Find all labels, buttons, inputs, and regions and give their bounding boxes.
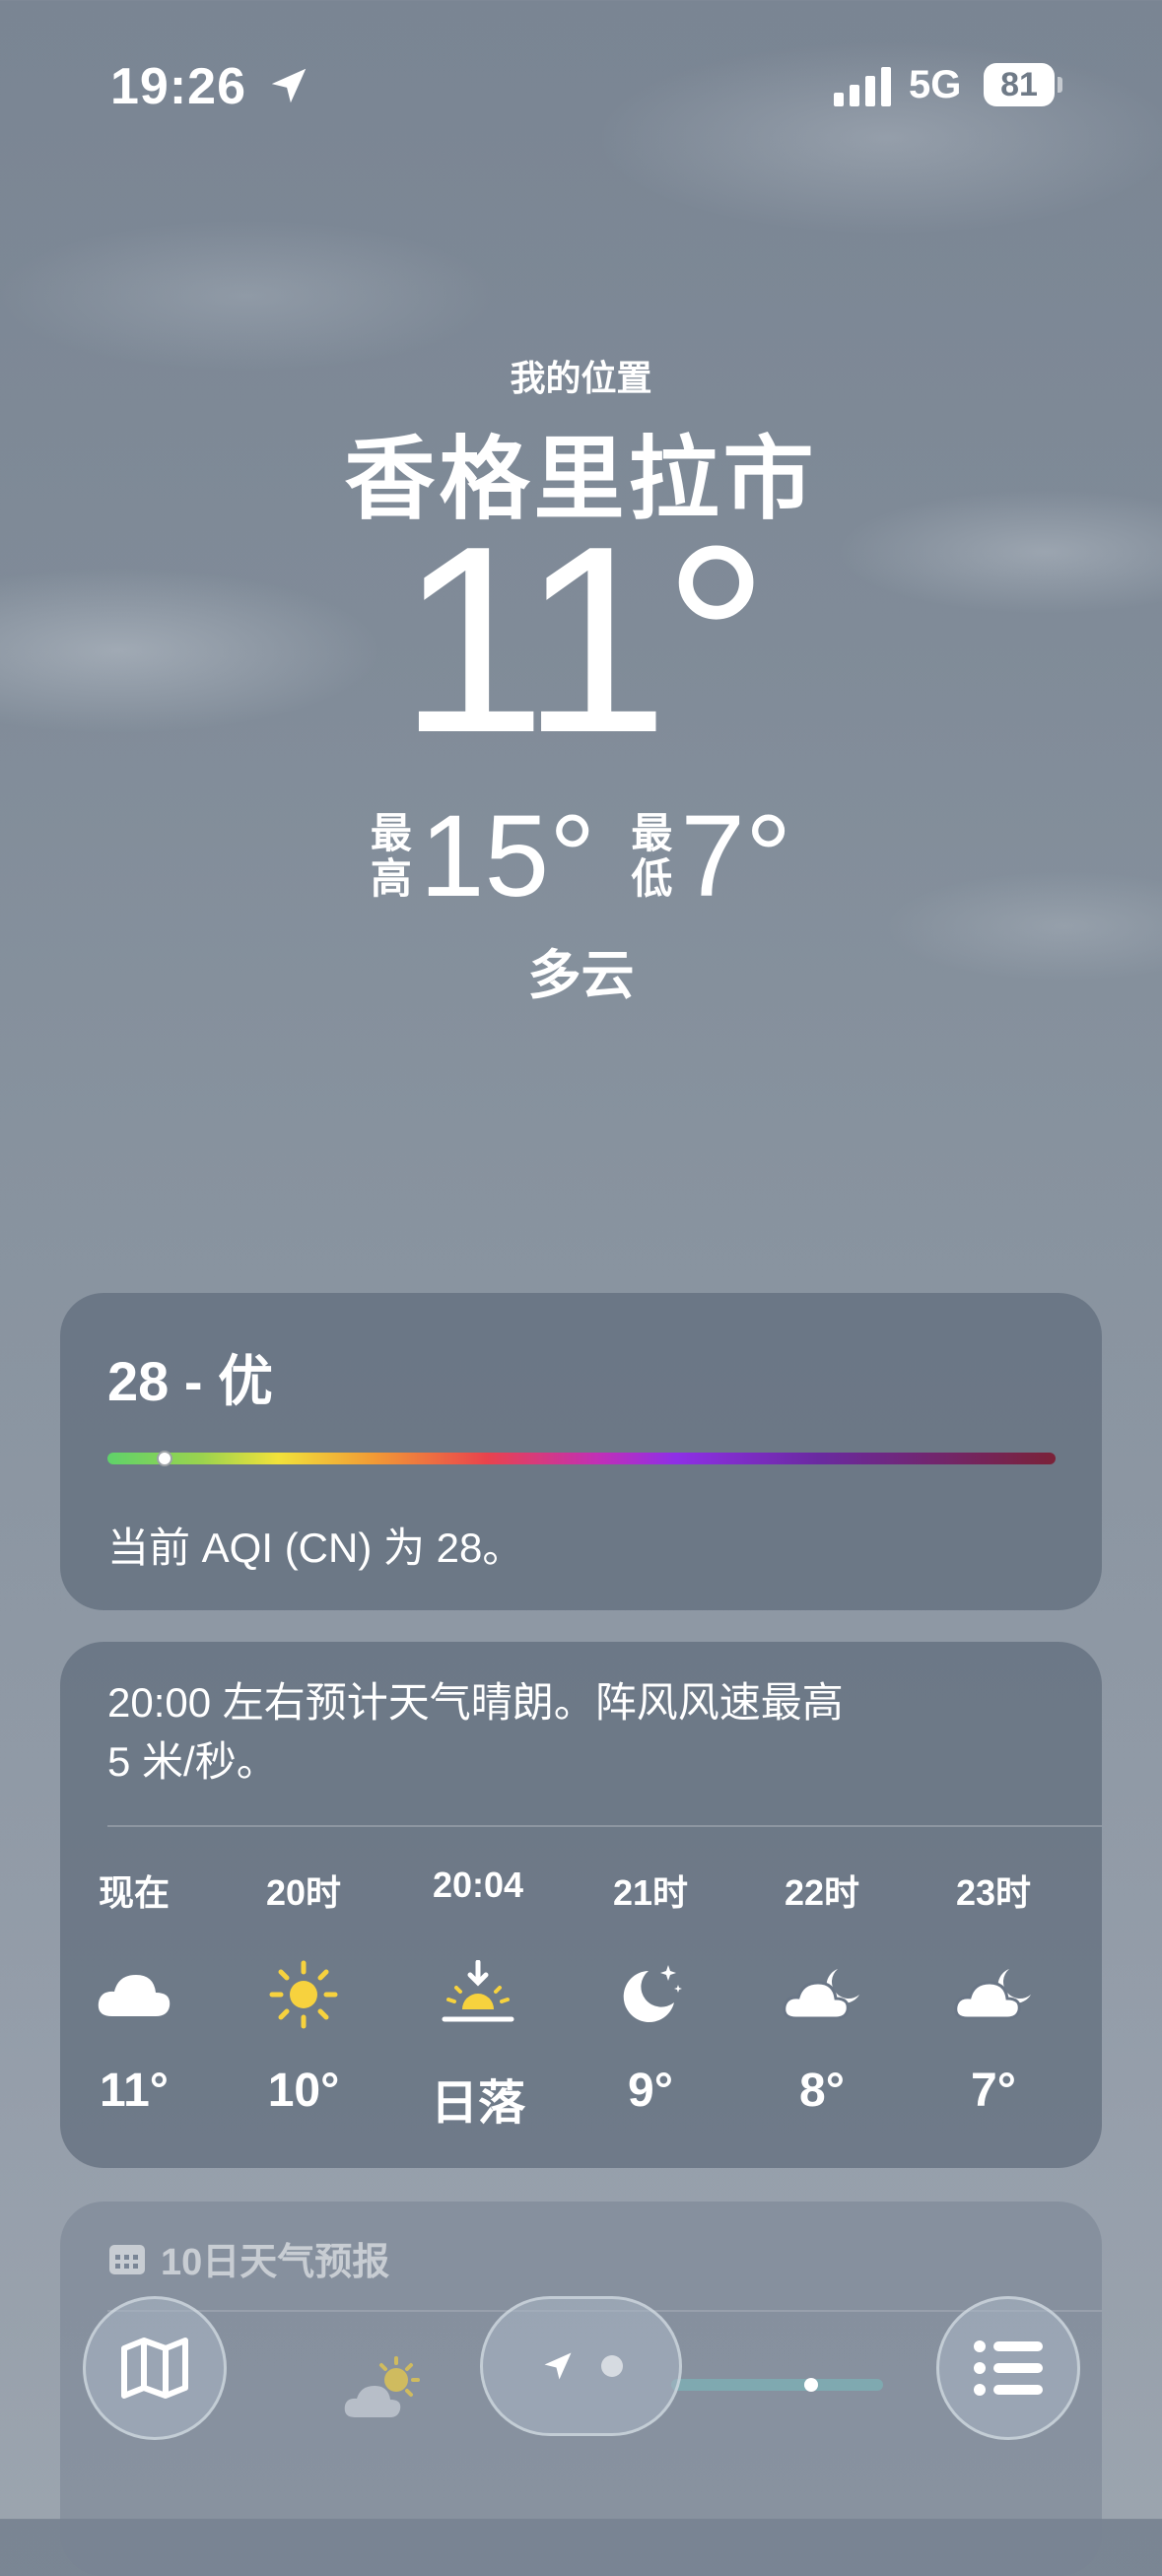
- weather-condition: 多云: [527, 946, 635, 1005]
- sun-icon: [230, 1945, 377, 2044]
- hour-label: 22时: [784, 1872, 860, 1913]
- low-label-char-1: 最: [631, 810, 673, 856]
- aqi-scale-bar: [107, 1453, 1056, 1464]
- high-label-char-2: 高: [370, 855, 412, 902]
- hour-label: 20时: [265, 1872, 342, 1913]
- signal-icon: [834, 67, 891, 106]
- my-location-label: 我的位置: [510, 358, 652, 398]
- hour-label: 20:04: [432, 1864, 524, 1905]
- location-arrow-icon: [271, 68, 307, 103]
- current-temp-dot: [804, 2378, 818, 2392]
- high-label-char-1: 最: [370, 810, 412, 856]
- network-type: 5G: [909, 63, 962, 106]
- hourly-item: 21时 9°: [577, 1864, 724, 2118]
- hour-label: 23时: [955, 1872, 1032, 1913]
- current-temperature: 11°: [398, 492, 769, 788]
- hour-temp: 10°: [267, 2065, 340, 2117]
- hour-label: 21时: [612, 1872, 689, 1913]
- hourly-item: 20时 10°: [230, 1864, 377, 2118]
- low-label: 最 低: [631, 811, 672, 902]
- battery-icon: 81: [984, 63, 1062, 106]
- hour-temp: 日落: [430, 2077, 525, 2130]
- hourly-item: 23时 7°: [920, 1864, 1067, 2118]
- list-icon: [974, 2340, 1043, 2396]
- high-label: 最 高: [371, 811, 412, 902]
- list-button[interactable]: [936, 2296, 1080, 2440]
- hourly-summary-line-1: 20:00 左右预计天气晴朗。阵风风速最高: [107, 1679, 844, 1726]
- page-indicator[interactable]: [480, 2296, 682, 2436]
- map-button[interactable]: [83, 2296, 227, 2440]
- location-arrow-icon: [544, 2352, 571, 2380]
- partly-cloudy-icon: [341, 2354, 430, 2428]
- hour-label: 现在: [98, 1872, 170, 1913]
- aqi-title: 28 - 优: [107, 1350, 274, 1412]
- hourly-summary-line-2: 5 米/秒。: [107, 1738, 278, 1785]
- aqi-description: 当前 AQI (CN) 为 28。: [107, 1525, 524, 1571]
- moon-stars-icon: [577, 1945, 724, 2044]
- hour-temp: 7°: [971, 2065, 1016, 2117]
- hour-temp: 8°: [799, 2065, 845, 2117]
- cloud-icon: [60, 1945, 208, 2044]
- hourly-forecast-card[interactable]: 20:00 左右预计天气晴朗。阵风风速最高 5 米/秒。 现在 11° 20时 …: [60, 1642, 1102, 2168]
- high-low-temps: 最 高 15° 最 低 7°: [0, 798, 1162, 915]
- forecast-header: 10日天气预报: [107, 2231, 389, 2285]
- aqi-card[interactable]: 28 - 优 当前 AQI (CN) 为 28。: [60, 1293, 1102, 1610]
- cloud-moon-icon: [920, 1945, 1067, 2044]
- high-temp: 15°: [419, 791, 596, 921]
- hourly-item: 22时 8°: [748, 1864, 896, 2118]
- status-time: 19:26: [110, 58, 246, 115]
- map-icon: [121, 2338, 188, 2399]
- hourly-item: 20:04 日落: [404, 1864, 552, 2133]
- hourly-summary: 20:00 左右预计天气晴朗。阵风风速最高 5 米/秒。: [107, 1673, 1024, 1792]
- hourly-item: 现在 11°: [60, 1864, 208, 2118]
- page-dot-icon: [600, 2355, 623, 2377]
- calendar-icon: [109, 2244, 145, 2274]
- status-bar: 19:26 5G 81: [0, 0, 1162, 168]
- aqi-indicator: [156, 1451, 172, 1466]
- low-label-char-2: 低: [631, 855, 673, 902]
- divider: [107, 1825, 1102, 1827]
- low-temp: 7°: [680, 791, 792, 921]
- forecast-title: 10日天气预报: [161, 2242, 390, 2283]
- battery-cap: [1058, 77, 1062, 93]
- sunset-icon: [404, 1945, 552, 2044]
- hour-temp: 11°: [100, 2065, 169, 2117]
- hour-temp: 9°: [628, 2065, 673, 2117]
- battery-level: 81: [984, 63, 1055, 106]
- cloud-moon-icon: [748, 1945, 896, 2044]
- temp-range-bar: [671, 2379, 883, 2391]
